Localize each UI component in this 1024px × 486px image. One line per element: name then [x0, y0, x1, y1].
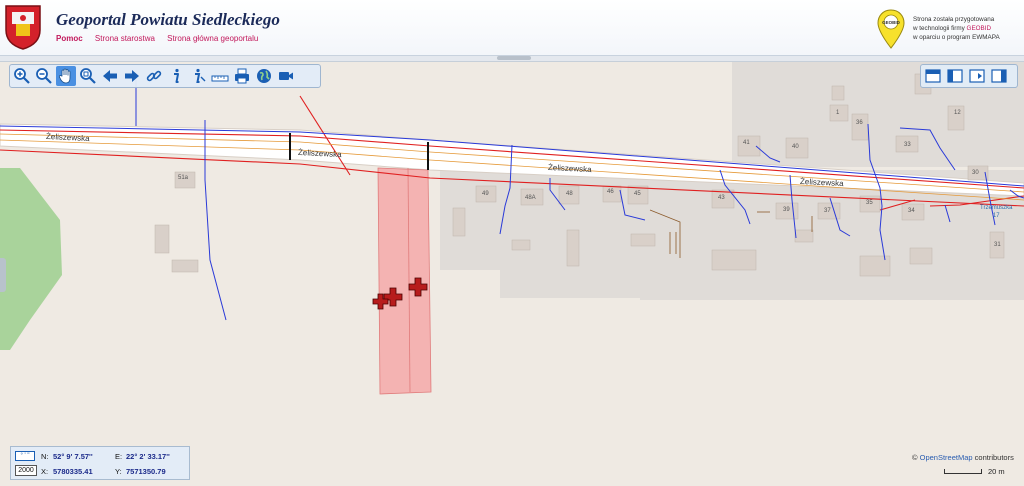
house-number: 45	[634, 191, 641, 197]
info-select-icon[interactable]	[188, 66, 208, 86]
credit-line-3: w oparciu o program EWMAPA	[913, 34, 1000, 41]
house-number: 36	[856, 120, 863, 126]
house-number: 33	[904, 142, 911, 148]
house-number: 31	[994, 242, 1001, 248]
map-layers	[0, 62, 1024, 395]
pan-hand-icon[interactable]	[56, 66, 76, 86]
panel-toolbar	[920, 64, 1018, 88]
house-number: 49	[482, 191, 489, 197]
splitter-grip[interactable]	[497, 56, 531, 60]
house-number: 48A	[525, 195, 536, 201]
coordinates-panel: ° ' " N: 52° 9' 7.57'' E: 22° 2' 33.17''…	[10, 446, 190, 480]
scale-label: 20 m	[988, 467, 1005, 476]
map-attribution: © OpenStreetMap contributors	[912, 453, 1014, 462]
coord-system-select[interactable]: 2000	[15, 465, 37, 476]
header: Geoportal Powiatu Siedleckiego Pomoc Str…	[0, 0, 1024, 56]
map-canvas[interactable]: Żeliszewska Żeliszewska Żeliszewska Żeli…	[0, 62, 1024, 486]
osm-link[interactable]: OpenStreetMap	[920, 453, 973, 462]
nav-help-link[interactable]: Pomoc	[56, 34, 83, 43]
top-nav: Pomoc Strona starostwa Strona główna geo…	[56, 34, 268, 43]
geobid-logo-icon[interactable]: GEOBID	[876, 8, 906, 50]
page-title: Geoportal Powiatu Siedleckiego	[56, 10, 280, 29]
zoom-in-icon[interactable]	[12, 66, 32, 86]
house-number: 41	[743, 140, 750, 146]
y-value: 7571350.79	[126, 467, 166, 476]
house-number: 43	[718, 195, 725, 201]
green-area	[0, 168, 62, 350]
house-number: 46	[607, 189, 614, 195]
credit-brand[interactable]: GEOBID	[967, 25, 992, 32]
house-number: 48	[566, 191, 573, 197]
info-icon[interactable]	[166, 66, 186, 86]
zoom-out-icon[interactable]	[34, 66, 54, 86]
house-number: 35	[866, 200, 873, 206]
nav-home-link[interactable]: Strona główna geoportalu	[167, 34, 258, 43]
poi-label-number: 17	[992, 213, 1000, 219]
e-value: 22° 2' 33.17''	[126, 452, 170, 461]
y-label: Y:	[115, 467, 122, 476]
print-icon[interactable]	[232, 66, 252, 86]
panel-export-icon[interactable]	[967, 66, 987, 86]
panel-right-icon[interactable]	[989, 66, 1009, 86]
n-value: 52° 9' 7.57''	[53, 452, 93, 461]
scale-bar	[944, 469, 982, 474]
house-number: 51a	[178, 175, 189, 181]
panel-top-icon[interactable]	[923, 66, 943, 86]
link-icon[interactable]	[144, 66, 164, 86]
selected-parcel	[377, 167, 432, 395]
globe-icon[interactable]	[254, 66, 274, 86]
copyright-symbol: ©	[912, 453, 918, 462]
map-toolbar	[9, 64, 321, 88]
house-number: 30	[972, 170, 979, 176]
coat-of-arms-icon	[5, 5, 41, 50]
house-number: 37	[824, 208, 831, 214]
house-number: 12	[954, 110, 961, 116]
poi-label-name: Trzemuszka	[980, 205, 1013, 211]
x-label: X:	[41, 467, 49, 476]
x-value: 5780335.41	[53, 467, 93, 476]
degree-format-toggle[interactable]: ° ' "	[15, 451, 35, 461]
left-panel-toggle[interactable]	[0, 258, 6, 292]
back-arrow-icon[interactable]	[100, 66, 120, 86]
house-number: 40	[792, 144, 799, 150]
credit-prefix: w technologii firmy	[913, 25, 965, 32]
poi-label: Trzemuszka 17	[980, 204, 1012, 220]
house-number: 34	[908, 208, 915, 214]
nav-starostwo-link[interactable]: Strona starostwa	[95, 34, 155, 43]
geobid-logo-text: GEOBID	[882, 20, 901, 25]
panel-left-icon[interactable]	[945, 66, 965, 86]
e-label: E:	[115, 452, 123, 461]
house-number: 39	[783, 207, 790, 213]
house-number: 1	[836, 110, 840, 116]
forward-arrow-icon[interactable]	[122, 66, 142, 86]
measure-icon[interactable]	[210, 66, 230, 86]
video-icon[interactable]	[276, 66, 296, 86]
zoom-box-icon[interactable]	[78, 66, 98, 86]
credit-line-2: w technologii firmy GEOBID	[913, 24, 1000, 33]
credit-text: Strona została przygotowana w technologi…	[913, 15, 1000, 42]
attribution-suffix: contributors	[972, 453, 1014, 462]
n-label: N:	[41, 452, 49, 461]
credit-line-1: Strona została przygotowana	[913, 16, 995, 23]
